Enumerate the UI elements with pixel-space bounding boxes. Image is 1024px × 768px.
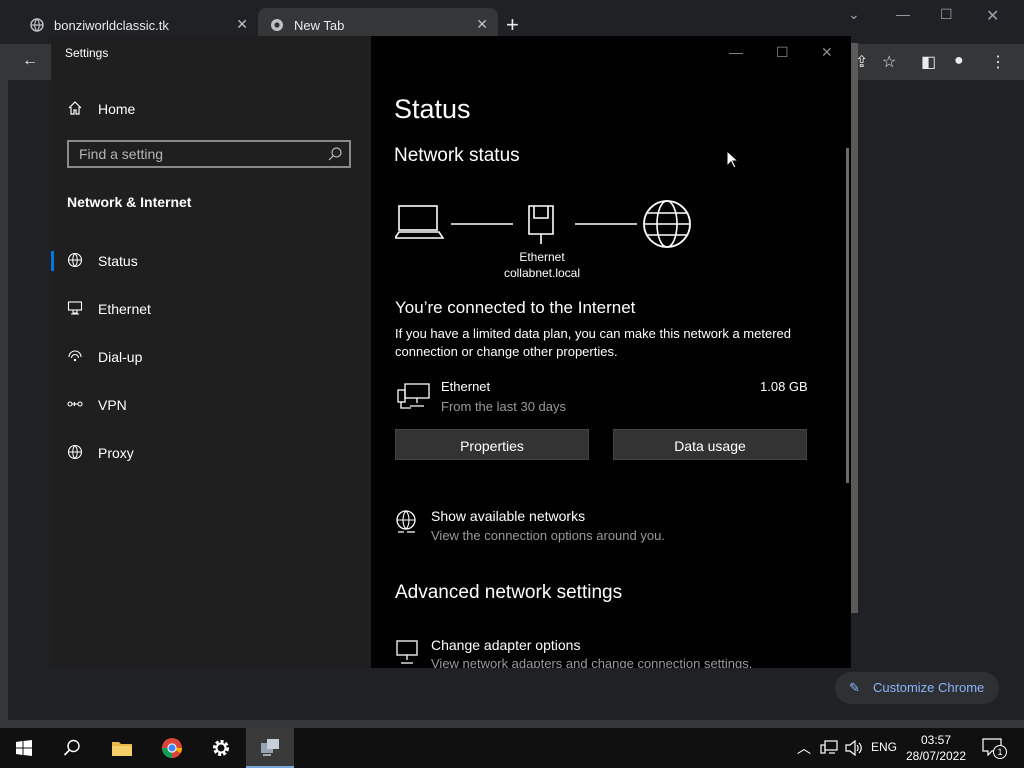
profile-icon[interactable]: ● [954,52,964,70]
ethernet-pc-icon [397,383,430,409]
adapter-caption: Ethernet collabnet.local [489,249,595,281]
language-indicator[interactable]: ENG [871,740,897,754]
new-tab-plus-icon[interactable]: + [506,12,519,38]
close-icon[interactable]: ✕ [986,6,999,26]
show-networks-desc: View the connection options around you. [431,528,665,543]
sidebar-item-dialup[interactable]: Dial-up [51,337,371,377]
folder-icon [112,742,132,756]
connected-heading: You’re connected to the Internet [395,298,636,317]
chrome-icon [161,738,183,759]
change-adapter-desc: View network adapters and change connect… [431,656,753,668]
show-hidden-icons-chevron-up-icon[interactable]: ︿ [797,738,811,758]
sidebar-item-label: Dial-up [98,349,143,365]
settings-scrollbar[interactable] [846,148,849,483]
sidebar-item-vpn[interactable]: VPN [51,385,371,425]
globe-icon [30,18,44,32]
network-tray-icon[interactable] [820,740,838,756]
adapter-name: Ethernet [519,250,565,264]
window-title: Settings [65,46,109,60]
windows-logo-icon [16,740,32,756]
file-explorer-button[interactable] [98,728,146,768]
chrome-taskbar-button[interactable] [148,728,196,768]
maximize-icon[interactable]: ☐ [940,6,953,23]
clock-time: 03:57 [920,733,952,747]
action-center-button[interactable]: 1 [982,738,1007,759]
sidebar-item-label: Status [98,253,138,269]
network-status-heading: Network status [394,145,520,166]
volume-icon[interactable] [845,740,863,756]
start-button[interactable] [0,728,48,768]
search-taskbar-button[interactable] [48,728,96,768]
chrome-icon [271,19,283,31]
vpn-icon [67,401,83,407]
ethernet-icon [67,301,83,315]
network-globe-icon [396,510,416,533]
pencil-icon: ✎ [849,680,860,695]
settings-main: — ☐ ✕ Status Network status Ethernet col… [371,36,851,668]
settings-taskbar-button[interactable] [197,728,245,768]
clock-date: 28/07/2022 [905,749,967,763]
customize-label: Customize Chrome [873,680,985,695]
status-globe-icon [67,252,83,268]
menu-dots-icon[interactable]: ⋮ [990,52,1006,72]
sidebar-item-label: Ethernet [98,301,151,317]
settings-window: Settings Home Network & Internet Status … [51,36,851,668]
sidebar-item-status[interactable]: Status [51,241,371,281]
chrome-scrollbar[interactable] [851,43,858,613]
settings-sidebar: Settings Home Network & Internet Status … [51,36,371,668]
network-diagram [395,200,691,248]
sidebar-item-label: Proxy [98,445,134,461]
show-networks-link[interactable]: Show available networks [431,508,585,524]
usage-period: From the last 30 days [441,399,566,414]
close-tab-icon[interactable]: ✕ [236,16,248,33]
tab-title: bonziworldclassic.tk [54,18,169,33]
dialup-icon [68,350,82,362]
properties-button[interactable]: Properties [395,429,589,460]
chevron-down-icon[interactable]: ⌄ [848,6,860,23]
connected-description: If you have a limited data plan, you can… [395,326,791,359]
gear-icon [213,740,229,756]
globe-icon [643,200,691,248]
minimize-icon[interactable]: — [729,44,743,60]
mouse-cursor-icon [726,150,740,169]
search-icon [63,739,80,756]
laptop-icon [395,205,445,239]
search-input[interactable] [69,142,339,166]
advanced-heading: Advanced network settings [395,582,623,603]
minimize-icon[interactable]: — [896,6,910,22]
side-panel-icon[interactable]: ◧ [921,52,936,72]
usage-name: Ethernet [441,379,491,394]
data-usage-button[interactable]: Data usage [613,429,807,460]
usage-amount: 1.08 GB [760,379,808,394]
change-adapter-link[interactable]: Change adapter options [431,637,580,653]
sidebar-item-label: VPN [98,397,127,413]
home-label: Home [98,101,136,117]
tab-title: New Tab [294,18,345,33]
search-icon[interactable] [327,146,343,162]
ethernet-port-icon [528,205,554,244]
page-title: Status [394,94,471,124]
sidebar-item-home[interactable]: Home [51,89,371,129]
maximize-icon[interactable]: ☐ [776,44,789,61]
adapter-domain: collabnet.local [503,266,581,280]
back-arrow-icon[interactable]: ← [22,52,38,70]
network-app-icon [261,739,279,756]
close-icon[interactable]: ✕ [821,44,833,61]
proxy-globe-icon [67,444,83,460]
notification-badge: 1 [993,745,1007,759]
section-title: Network & Internet [67,194,192,210]
adapter-options-icon [396,640,418,664]
sidebar-item-ethernet[interactable]: Ethernet [51,289,371,329]
sidebar-item-proxy[interactable]: Proxy [51,433,371,473]
home-icon [68,101,82,115]
search-box[interactable] [67,140,351,168]
network-app-taskbar-button[interactable] [246,728,294,768]
clock[interactable]: 03:57 28/07/2022 [900,732,972,764]
customize-chrome-button[interactable]: ✎ Customize Chrome [835,672,999,704]
close-tab-icon[interactable]: ✕ [476,16,488,33]
star-icon[interactable]: ☆ [882,52,896,72]
taskbar: ︿ ENG 03:57 28/07/2022 1 [0,728,1024,768]
